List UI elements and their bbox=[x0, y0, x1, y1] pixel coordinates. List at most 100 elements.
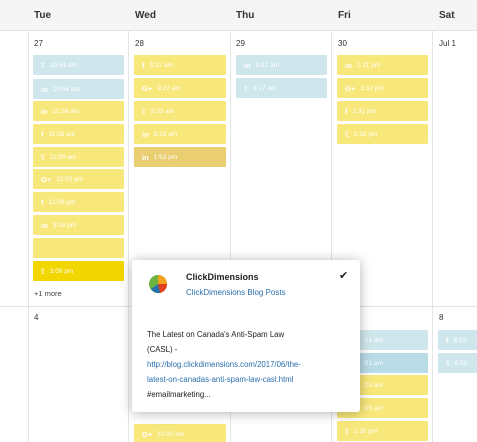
linkedin-icon: in bbox=[41, 106, 48, 116]
event-time: 10:54 am bbox=[49, 61, 77, 69]
post-event[interactable]: G+ 9:22 am bbox=[134, 78, 226, 98]
event-time: :25 am bbox=[363, 381, 383, 389]
facebook-icon: f bbox=[41, 197, 44, 207]
post-event[interactable]: f 9:22 am bbox=[134, 55, 226, 75]
post-text-line: The Latest on Canada's Anti-Spam Law bbox=[147, 330, 285, 339]
date-sat-week2: 8 bbox=[439, 313, 444, 322]
linkedin-icon: in bbox=[41, 84, 48, 94]
event-time: :01 am bbox=[363, 359, 383, 367]
event-time: 12:03 pm bbox=[48, 198, 76, 206]
post-event[interactable]: in 9:17 am bbox=[236, 55, 327, 75]
linkedin-icon: in bbox=[41, 220, 48, 230]
post-event[interactable]: G+ 10:20 am bbox=[134, 424, 226, 442]
linkedin-icon: in bbox=[142, 152, 149, 162]
event-time: 10:20 am bbox=[157, 430, 185, 438]
event-time: 11:58 am bbox=[48, 130, 76, 138]
post-event[interactable]: in 10:54 am bbox=[33, 79, 124, 99]
post-preview-popup: ClickDimensions ClickDimensions Blog Pos… bbox=[132, 260, 360, 412]
clickdimensions-logo-icon bbox=[149, 275, 168, 294]
day-header-tue: Tue bbox=[34, 10, 52, 21]
post-event[interactable]: in 1:31 pm bbox=[337, 55, 428, 75]
event-time: :25 am bbox=[363, 404, 383, 412]
grid-divider bbox=[432, 31, 433, 442]
post-event[interactable]: 𝕥 1:30 pm bbox=[337, 421, 428, 441]
facebook-icon: f bbox=[446, 335, 449, 345]
post-event-selected[interactable]: 𝕥 3:09 pm bbox=[33, 261, 124, 281]
post-event[interactable]: 𝕥 10:54 am bbox=[33, 55, 124, 75]
linkedin-icon: in bbox=[345, 60, 352, 70]
googleplus-icon: G+ bbox=[142, 83, 153, 93]
twitter-icon: 𝕥 bbox=[41, 152, 45, 162]
twitter-icon: 𝕥 bbox=[41, 60, 45, 70]
post-text-line: (CASL) - bbox=[147, 345, 178, 354]
post-event[interactable]: in 1:53 pm bbox=[134, 147, 226, 167]
post-event[interactable]: f 6:52 bbox=[438, 330, 477, 350]
twitter-icon: 𝕥 bbox=[142, 106, 146, 116]
event-time: 9:22 am bbox=[157, 84, 181, 92]
date-tue: 27 bbox=[34, 39, 43, 48]
day-header-fri: Fri bbox=[338, 10, 351, 21]
account-name: ClickDimensions bbox=[186, 272, 259, 282]
grid-divider bbox=[28, 31, 29, 442]
event-time: 9:23 am bbox=[150, 107, 175, 115]
event-time: 10:54 am bbox=[52, 85, 80, 93]
post-event[interactable]: f 12:03 pm bbox=[33, 192, 124, 212]
twitter-icon: 𝕥 bbox=[345, 426, 349, 436]
post-text: The Latest on Canada's Anti-Spam Law (CA… bbox=[147, 327, 352, 402]
post-link[interactable]: latest-on-canadas-anti-spam-law-casl.htm… bbox=[147, 372, 352, 387]
event-time: 1:31 pm bbox=[352, 107, 377, 115]
linkedin-icon: in bbox=[142, 129, 149, 139]
post-event[interactable]: 𝕥 9:23 am bbox=[134, 101, 226, 121]
event-time: 1:53 pm bbox=[153, 153, 178, 161]
facebook-icon: f bbox=[41, 129, 44, 139]
event-time: 1:35 pm bbox=[353, 130, 378, 138]
day-header-thu: Thu bbox=[236, 10, 255, 21]
event-time: 6:52 bbox=[453, 336, 467, 344]
post-event[interactable]: 𝕥 11:59 am bbox=[33, 147, 124, 167]
more-link[interactable]: +1 more bbox=[34, 289, 62, 298]
event-time: 3:09 pm bbox=[49, 267, 74, 275]
event-time: 3:08 pm bbox=[52, 221, 77, 229]
post-event[interactable]: 𝕥 6:52 bbox=[438, 353, 477, 373]
facebook-icon: f bbox=[142, 60, 145, 70]
date-fri: 30 bbox=[338, 39, 347, 48]
twitter-icon: 𝕥 bbox=[41, 266, 45, 276]
event-time: 9:17 am bbox=[255, 61, 280, 69]
post-event[interactable]: 𝕥 9:17 am bbox=[236, 78, 327, 98]
check-icon[interactable]: ✔ bbox=[339, 269, 348, 282]
twitter-icon: 𝕥 bbox=[446, 358, 450, 368]
post-event[interactable]: 𝕥 1:35 pm bbox=[337, 124, 428, 144]
account-subtitle-link[interactable]: ClickDimensions Blog Posts bbox=[186, 288, 286, 297]
twitter-icon: 𝕥 bbox=[345, 129, 349, 139]
post-event[interactable]: f 1:31 pm bbox=[337, 101, 428, 121]
date-wed: 28 bbox=[135, 39, 144, 48]
event-time: 1:30 pm bbox=[353, 427, 378, 435]
post-event[interactable]: G+ 11:59 am bbox=[33, 169, 124, 189]
post-event[interactable]: in 11:58 am bbox=[33, 101, 124, 121]
event-time: 9:17 am bbox=[252, 84, 277, 92]
calendar-header: Tue Wed Thu Fri Sat bbox=[0, 0, 477, 31]
event-time: 1:31 pm bbox=[360, 84, 384, 92]
event-time: 9:22 am bbox=[149, 61, 174, 69]
post-event[interactable]: G+ 1:31 pm bbox=[337, 78, 428, 98]
twitter-icon: 𝕥 bbox=[244, 83, 248, 93]
linkedin-icon: in bbox=[244, 60, 251, 70]
date-tue-week2: 4 bbox=[34, 313, 39, 322]
post-link[interactable]: http://blog.clickdimensions.com/2017/06/… bbox=[147, 357, 352, 372]
date-thu: 29 bbox=[236, 39, 245, 48]
grid-divider bbox=[128, 31, 129, 442]
post-event[interactable]: in 3:08 pm bbox=[33, 215, 124, 235]
post-text-line: #emailmarketing... bbox=[147, 390, 211, 399]
event-time: :01 am bbox=[363, 336, 383, 344]
event-time: 9:23 am bbox=[153, 130, 178, 138]
googleplus-icon: G+ bbox=[345, 83, 356, 93]
event-time: 11:59 am bbox=[56, 175, 83, 183]
post-event[interactable]: f 11:58 am bbox=[33, 124, 124, 144]
date-sat: Jul 1 bbox=[439, 39, 456, 48]
day-header-wed: Wed bbox=[135, 10, 156, 21]
post-event[interactable] bbox=[33, 238, 124, 258]
post-event[interactable]: in 9:23 am bbox=[134, 124, 226, 144]
facebook-icon: f bbox=[345, 106, 348, 116]
event-time: 11:59 am bbox=[49, 153, 77, 161]
event-time: 6:52 bbox=[454, 359, 468, 367]
